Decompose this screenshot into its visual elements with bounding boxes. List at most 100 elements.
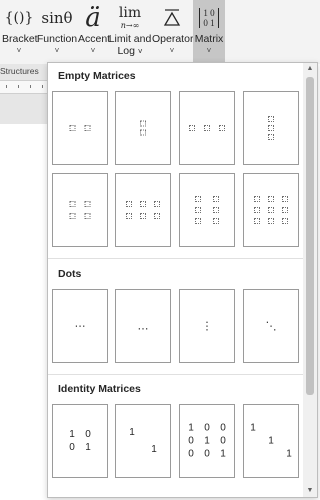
placeholder-box (140, 213, 146, 219)
limit-label-log: Log (117, 45, 135, 57)
matrix-cell: 1 (69, 429, 75, 440)
equation-ribbon: {()} Bracket ˅ sinθ Function ˅ ä Accent … (0, 0, 320, 64)
accent-icon: ä (85, 3, 101, 33)
operator-button[interactable]: Operator ˅ (152, 0, 193, 62)
matrix-cell (150, 426, 158, 439)
matrix-cell (267, 422, 275, 435)
matrix-1x2-empty[interactable] (52, 91, 108, 165)
section-divider (48, 258, 304, 259)
identity-3x3-grid: 1 0 0 0 1 0 0 0 1 (187, 422, 227, 461)
vertical-dots-glyph: ⋮ (201, 319, 213, 333)
matrix-3x2-empty[interactable] (179, 173, 235, 247)
limit-glyph-bottom: n→∞ (120, 20, 140, 30)
placeholder-box (140, 129, 146, 136)
matrix-cell (249, 448, 257, 461)
matrix-3x1-empty[interactable] (243, 91, 299, 165)
chevron-down-icon: ˅ (137, 47, 143, 56)
matrix-cell: 1 (129, 427, 135, 438)
matrix-2x1-empty[interactable] (115, 91, 171, 165)
bracket-label: Bracket (2, 33, 38, 45)
matrix-glyph-row1: 1 0 (203, 8, 215, 18)
limit-and-log-button[interactable]: lim n→∞ Limit and Log ˅ (108, 0, 152, 62)
matrix-cell (249, 435, 257, 448)
matrix-cell: 0 (85, 429, 91, 440)
placeholder-box (204, 125, 210, 131)
placeholder-box (254, 207, 260, 213)
placeholder-grid (195, 196, 219, 224)
accent-button[interactable]: ä Accent ˅ (78, 0, 111, 62)
matrix-cell: 0 (204, 448, 210, 460)
placeholder-box (213, 218, 219, 224)
matrix-cell (267, 448, 275, 461)
scroll-thumb[interactable] (306, 77, 314, 395)
matrix-cell (285, 422, 293, 435)
matrix-cell: 0 (69, 442, 75, 453)
limit-glyph-top: lim (118, 4, 142, 21)
placeholder-grid (69, 125, 91, 131)
bracket-icon: {()} (4, 10, 34, 26)
midline-dots-glyph: ⋯ (74, 319, 86, 333)
operator-icon (152, 4, 192, 32)
baseline-dots[interactable]: … (115, 289, 171, 363)
diagonal-dots-glyph: ⋱ (265, 319, 277, 333)
identity-3x3[interactable]: 1 0 0 0 1 0 0 0 1 (179, 404, 235, 478)
diagonal-dots[interactable]: ⋱ (243, 289, 299, 363)
matrix-3x3-empty[interactable] (243, 173, 299, 247)
function-label: Function (36, 33, 78, 45)
vertical-dots[interactable]: ⋮ (179, 289, 235, 363)
placeholder-grid (140, 120, 146, 136)
identity-3x3-sparse[interactable]: 1 1 1 (243, 404, 299, 478)
ruler-tick (42, 85, 43, 88)
ruler-tick (6, 85, 7, 88)
matrix-1x3-empty[interactable] (179, 91, 235, 165)
placeholder-box (213, 207, 219, 213)
placeholder-box (69, 213, 76, 219)
chevron-down-icon: ˅ (169, 46, 175, 55)
matrix-2x3-empty[interactable] (115, 173, 171, 247)
placeholder-grid (69, 201, 91, 219)
matrix-gallery: Empty Matrices Dots ⋯ … ⋮ ⋱ Identity Mat… (47, 62, 318, 498)
accent-label: Accent (78, 33, 111, 45)
placeholder-box (195, 207, 201, 213)
ruler (0, 80, 48, 94)
placeholder-box (268, 218, 274, 224)
placeholder-box (268, 125, 274, 131)
matrix-glyph-row2: 0 1 (203, 18, 215, 28)
placeholder-grid (126, 201, 160, 219)
placeholder-box (69, 125, 76, 131)
limit-icon: lim n→∞ (108, 4, 152, 32)
section-empty-matrices: Empty Matrices (58, 70, 136, 82)
section-identity-matrices: Identity Matrices (58, 383, 141, 395)
function-button[interactable]: sinθ Function ˅ (36, 0, 78, 62)
identity-2x2[interactable]: 1 0 0 1 (52, 404, 108, 478)
structures-group-label: Structures (0, 66, 39, 76)
matrix-cell: 0 (220, 422, 226, 434)
chevron-down-icon: ˅ (206, 46, 212, 55)
placeholder-box (268, 207, 274, 213)
placeholder-grid (254, 196, 288, 224)
vertical-scrollbar[interactable]: ▲ ▼ (303, 63, 317, 497)
matrix-label: Matrix (194, 33, 224, 45)
placeholder-box (268, 196, 274, 202)
chevron-down-icon: ˅ (16, 46, 22, 55)
matrix-button[interactable]: 1 0 0 1 Matrix ˅ (193, 0, 225, 62)
scroll-down-arrow-icon[interactable]: ▼ (303, 485, 317, 497)
placeholder-grid (189, 125, 225, 131)
bracket-button[interactable]: {()} Bracket ˅ (2, 0, 38, 62)
baseline-dots-glyph: … (137, 319, 149, 333)
matrix-cell: 1 (250, 422, 256, 434)
identity-2x2-grid: 1 0 0 1 (68, 428, 92, 454)
identity-2x2-sparse-grid: 1 1 (128, 426, 158, 456)
matrix-cell (128, 443, 136, 456)
chevron-down-icon: ˅ (90, 46, 96, 55)
matrix-cell: 1 (188, 422, 194, 434)
scroll-up-arrow-icon[interactable]: ▲ (303, 63, 317, 75)
placeholder-box (213, 196, 219, 202)
matrix-cell: 1 (220, 448, 226, 460)
function-icon: sinθ (41, 9, 73, 27)
placeholder-box (254, 218, 260, 224)
ruler-tick (18, 85, 19, 88)
identity-2x2-sparse[interactable]: 1 1 (115, 404, 171, 478)
matrix-2x2-empty[interactable] (52, 173, 108, 247)
midline-dots[interactable]: ⋯ (52, 289, 108, 363)
